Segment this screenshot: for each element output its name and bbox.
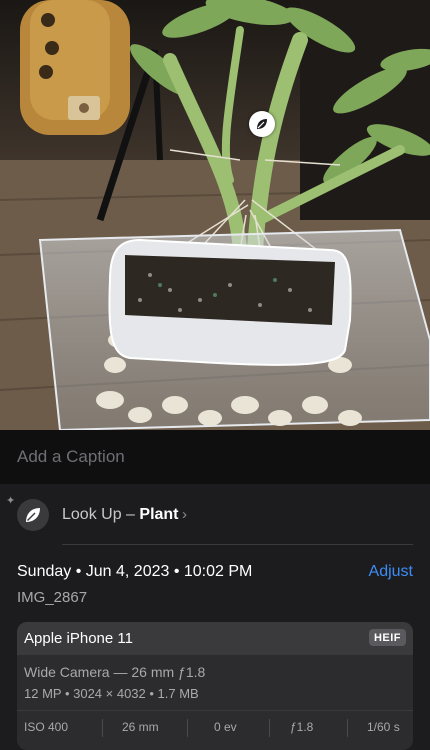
divider [62,544,413,545]
camera-device: Apple iPhone 11 [24,630,133,647]
exif-divider [269,719,270,737]
look-up-label: Look Up – Plant [62,506,179,524]
exif-divider [187,719,188,737]
visual-lookup-icon [17,499,49,531]
look-up-row[interactable]: ✦ Look Up – Plant › [0,490,430,542]
card-divider [17,710,413,711]
leaf-icon [26,508,40,522]
look-up-subject: Plant [139,506,179,523]
format-badge: HEIF [368,629,406,646]
bonsai-photo [0,0,430,430]
exif-aperture: ƒ1.8 [290,720,314,734]
photo-date: Sunday • Jun 4, 2023 • 10:02 PM [17,563,253,580]
exif-focal-length: 26 mm [122,720,159,734]
visual-lookup-badge[interactable] [249,111,275,137]
exif-shutter: 1/60 s [367,720,400,734]
look-up-prefix: Look Up – [62,506,140,523]
lens-info: Wide Camera — 26 mm ƒ1.8 [24,664,206,680]
exif-row: ISO 400 26 mm 0 ev ƒ1.8 1/60 s [17,720,413,740]
chevron-right-icon: › [182,506,187,523]
adjust-button[interactable]: Adjust [369,563,413,581]
exif-exposure-value: 0 ev [214,720,237,734]
camera-info-card: Apple iPhone 11 HEIF Wide Camera — 26 mm… [17,622,413,750]
image-specs: 12 MP • 3024 × 4032 • 1.7 MB [24,686,199,701]
exif-divider [347,719,348,737]
sparkle-icon: ✦ [6,495,16,507]
caption-input[interactable] [17,444,407,470]
camera-card-header: Apple iPhone 11 HEIF [17,622,413,655]
leaf-icon [257,119,267,129]
caption-bar [0,430,430,484]
photo-filename: IMG_2867 [17,589,88,606]
exif-divider [102,719,103,737]
photo-view[interactable] [0,0,430,430]
exif-iso: ISO 400 [24,720,69,734]
